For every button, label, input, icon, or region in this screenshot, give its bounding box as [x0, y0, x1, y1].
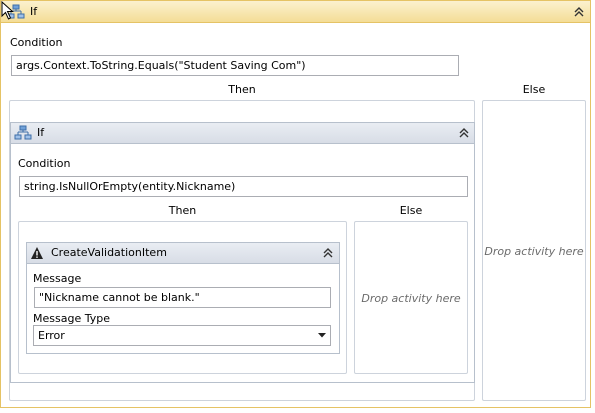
message-label: Message [33, 272, 82, 285]
message-type-select[interactable]: Error [33, 325, 331, 346]
inner-if-activity[interactable]: If Condition string.IsNullOrEmpty(entity… [10, 122, 475, 383]
inner-condition-input[interactable]: string.IsNullOrEmpty(entity.Nickname) [19, 176, 468, 197]
outer-then-label: Then [228, 83, 256, 96]
create-validation-item-activity[interactable]: CreateValidationItem Message "Nickname c… [26, 242, 340, 354]
outer-if-title: If [30, 5, 38, 18]
collapse-icon[interactable] [457, 126, 471, 140]
inner-else-panel[interactable]: Drop activity here [354, 221, 468, 374]
outer-else-panel[interactable]: Drop activity here [482, 100, 586, 401]
outer-condition-input[interactable]: args.Context.ToString.Equals("Student Sa… [11, 55, 459, 76]
collapse-icon[interactable] [321, 246, 335, 260]
inner-then-panel[interactable]: CreateValidationItem Message "Nickname c… [18, 221, 347, 374]
message-type-value: Error [38, 329, 65, 342]
outer-else-drop-text: Drop activity here [484, 245, 584, 258]
outer-if-header[interactable]: If [1, 1, 590, 23]
dropdown-arrow-icon[interactable] [318, 333, 326, 338]
message-input[interactable]: "Nickname cannot be blank." [34, 287, 331, 308]
mouse-cursor-icon [1, 0, 17, 21]
inner-else-drop-text: Drop activity here [361, 292, 461, 305]
collapse-icon[interactable] [572, 5, 586, 19]
outer-else-label: Else [522, 83, 546, 96]
validation-header[interactable]: CreateValidationItem [27, 243, 339, 264]
validation-title: CreateValidationItem [51, 246, 167, 259]
inner-if-title: If [37, 126, 45, 139]
outer-if-activity[interactable]: If Condition args.Context.ToString.Equal… [0, 0, 591, 408]
outer-condition-label: Condition [10, 36, 63, 49]
warning-icon [30, 246, 44, 260]
inner-condition-label: Condition [18, 157, 71, 170]
inner-then-label: Then [168, 204, 197, 217]
message-type-label: Message Type [33, 312, 110, 325]
if-icon [14, 125, 32, 141]
inner-if-header[interactable]: If [11, 123, 474, 144]
inner-else-label: Else [399, 204, 423, 217]
